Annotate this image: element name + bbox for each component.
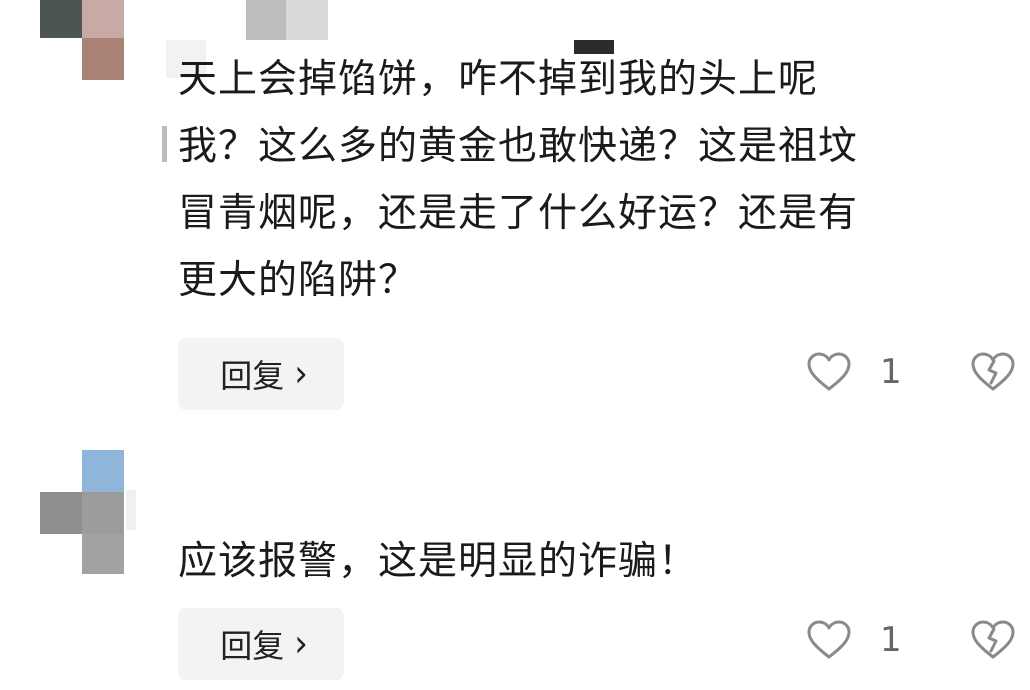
comment-item: 应该报警，这是明显的诈骗！ 回复 › 1 — [0, 450, 1030, 690]
reply-label: 回复 — [220, 627, 285, 665]
dislike-button[interactable] — [970, 352, 1016, 396]
dislike-button[interactable] — [970, 620, 1016, 664]
broken-heart-icon — [971, 352, 1015, 391]
avatar[interactable] — [40, 450, 124, 574]
broken-heart-icon — [971, 620, 1015, 659]
blur-artifact — [162, 126, 167, 162]
chevron-right-icon: › — [294, 352, 308, 396]
reply-button[interactable]: 回复 › — [178, 608, 344, 680]
heart-outline-icon — [807, 352, 851, 391]
reply-label: 回复 — [220, 357, 285, 395]
avatar[interactable] — [40, 0, 124, 80]
like-count: 1 — [880, 620, 902, 660]
comment-text: 天上会掉馅饼，咋不掉到我的头上呢 我？这么多的黄金也敢快递？这是祖坟 冒青烟呢，… — [178, 57, 859, 303]
comment-item: 天上会掉馅饼，咋不掉到我的头上呢 我？这么多的黄金也敢快递？这是祖坟 冒青烟呢，… — [0, 0, 1030, 420]
reply-button[interactable]: 回复 › — [178, 338, 344, 410]
chevron-right-icon: › — [294, 622, 308, 666]
like-button[interactable]: 1 — [806, 352, 902, 392]
blur-artifact — [126, 490, 136, 530]
like-button[interactable]: 1 — [806, 620, 902, 660]
username-blurred[interactable] — [246, 0, 328, 40]
comment-text: 应该报警，这是明显的诈骗！ — [178, 539, 699, 584]
heart-outline-icon — [807, 620, 851, 659]
like-count: 1 — [880, 352, 902, 392]
